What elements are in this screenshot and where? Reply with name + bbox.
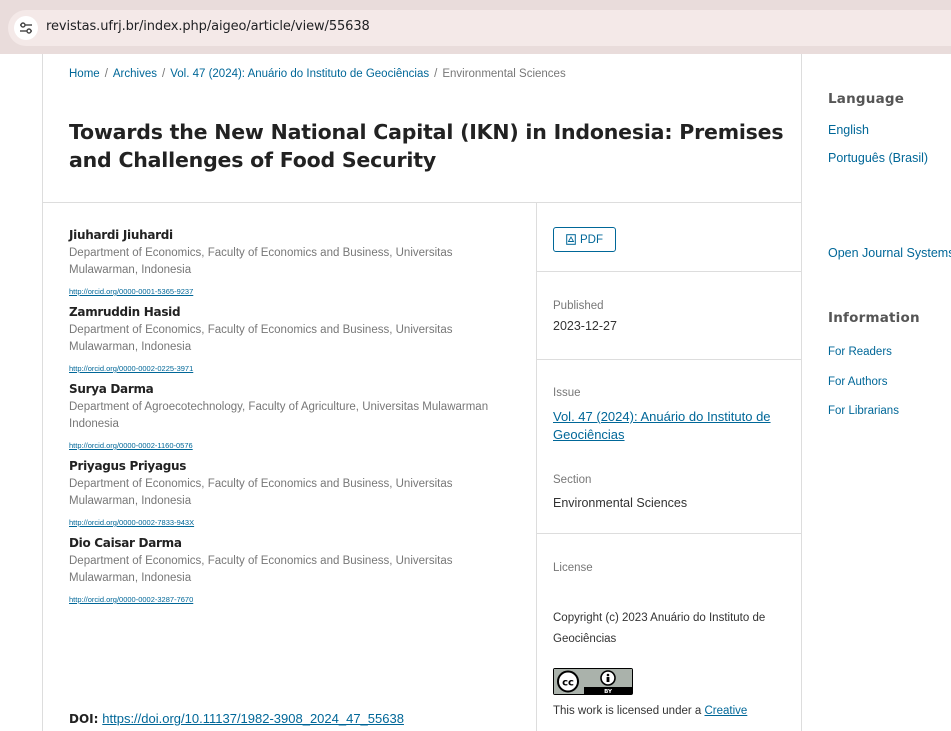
svg-text:cc: cc [562, 678, 574, 689]
author-orcid-link[interactable]: http://orcid.org/0000-0002-1160-0576 [69, 441, 193, 451]
author-affiliation: Department of Economics, Faculty of Econ… [69, 324, 453, 353]
author-orcid-link[interactable]: http://orcid.org/0000-0001-5365-9237 [69, 287, 193, 297]
browser-address-bar: revistas.ufrj.br/index.php/aigeo/article… [0, 0, 951, 54]
breadcrumb-separator: / [162, 68, 166, 80]
author-item: Zamruddin Hasid Department of Economics,… [69, 304, 499, 375]
doi: DOI: https://doi.org/10.11137/1982-3908_… [69, 711, 404, 726]
main-left-border [42, 54, 43, 731]
details-divider-3 [536, 533, 802, 534]
doi-label: DOI: [69, 712, 99, 726]
author-name: Priyagus Priyagus [69, 459, 187, 473]
breadcrumb-issue[interactable]: Vol. 47 (2024): Anuário do Instituto de … [170, 68, 429, 80]
copyright-text: Copyright (c) 2023 Anuário do Instituto … [553, 612, 766, 645]
section-value: Environmental Sciences [553, 496, 688, 510]
pdf-icon [566, 234, 576, 245]
breadcrumb-current: Environmental Sciences [442, 68, 566, 80]
details-divider-2 [536, 359, 802, 360]
published-label: Published [553, 300, 604, 312]
breadcrumb-home[interactable]: Home [69, 68, 100, 80]
cc-license-badge[interactable]: cc BY [553, 668, 633, 695]
for-readers-link[interactable]: For Readers [828, 346, 892, 358]
author-name: Zamruddin Hasid [69, 305, 181, 319]
author-item: Dio Caisar Darma Department of Economics… [69, 535, 499, 606]
issue-link[interactable]: Vol. 47 (2024): Anuário do Instituto de … [553, 408, 793, 444]
breadcrumb-separator: / [434, 68, 438, 80]
license-label: License [553, 562, 593, 574]
published-value: 2023-12-27 [553, 319, 617, 333]
breadcrumb-separator: / [104, 68, 108, 80]
author-list: Jiuhardi Jiuhardi Department of Economic… [69, 227, 499, 612]
language-english-link[interactable]: English [828, 123, 869, 137]
article-title: Towards the New National Capital (IKN) i… [69, 120, 784, 172]
for-librarians-link[interactable]: For Librarians [828, 405, 899, 417]
language-portuguese-link[interactable]: Português (Brasil) [828, 151, 928, 165]
header-divider [42, 202, 802, 203]
cc-badge-text: BY [604, 689, 613, 694]
license-link[interactable]: Creative [704, 705, 747, 717]
for-authors-link[interactable]: For Authors [828, 376, 887, 388]
author-orcid-link[interactable]: http://orcid.org/0000-0002-7833-943X [69, 518, 194, 528]
author-name: Jiuhardi Jiuhardi [69, 228, 173, 242]
issue-label: Issue [553, 387, 581, 399]
author-orcid-link[interactable]: http://orcid.org/0000-0002-3287-7670 [69, 595, 193, 605]
author-item: Surya Darma Department of Agroecotechnol… [69, 381, 499, 452]
author-affiliation: Department of Economics, Faculty of Econ… [69, 555, 453, 584]
author-item: Jiuhardi Jiuhardi Department of Economic… [69, 227, 499, 298]
author-orcid-link[interactable]: http://orcid.org/0000-0002-0225-3971 [69, 364, 193, 374]
author-affiliation: Department of Economics, Faculty of Econ… [69, 247, 453, 276]
tune-icon[interactable] [14, 16, 38, 40]
breadcrumb-archives[interactable]: Archives [113, 68, 157, 80]
author-name: Surya Darma [69, 382, 154, 396]
author-item: Priyagus Priyagus Department of Economic… [69, 458, 499, 529]
language-heading: Language [828, 91, 905, 107]
section-label: Section [553, 474, 592, 486]
doi-link[interactable]: https://doi.org/10.11137/1982-3908_2024_… [102, 711, 404, 726]
author-affiliation: Department of Agroecotechnology, Faculty… [69, 401, 489, 430]
details-divider-1 [536, 271, 802, 272]
details-column-border [536, 203, 537, 731]
information-heading: Information [828, 310, 920, 326]
license-prefix: This work is licensed under a [553, 705, 705, 717]
author-affiliation: Department of Economics, Faculty of Econ… [69, 478, 453, 507]
breadcrumb: Home / Archives / Vol. 47 (2024): Anuário do… [69, 68, 566, 80]
main-right-border [801, 54, 802, 731]
url-text[interactable]: revistas.ufrj.br/index.php/aigeo/article… [46, 19, 370, 34]
license-text: This work is licensed under a Creative [553, 705, 747, 717]
author-name: Dio Caisar Darma [69, 536, 182, 550]
pdf-button-label: PDF [580, 233, 603, 246]
pdf-button[interactable]: PDF [553, 227, 616, 252]
ojs-link[interactable]: Open Journal Systems [828, 246, 951, 260]
